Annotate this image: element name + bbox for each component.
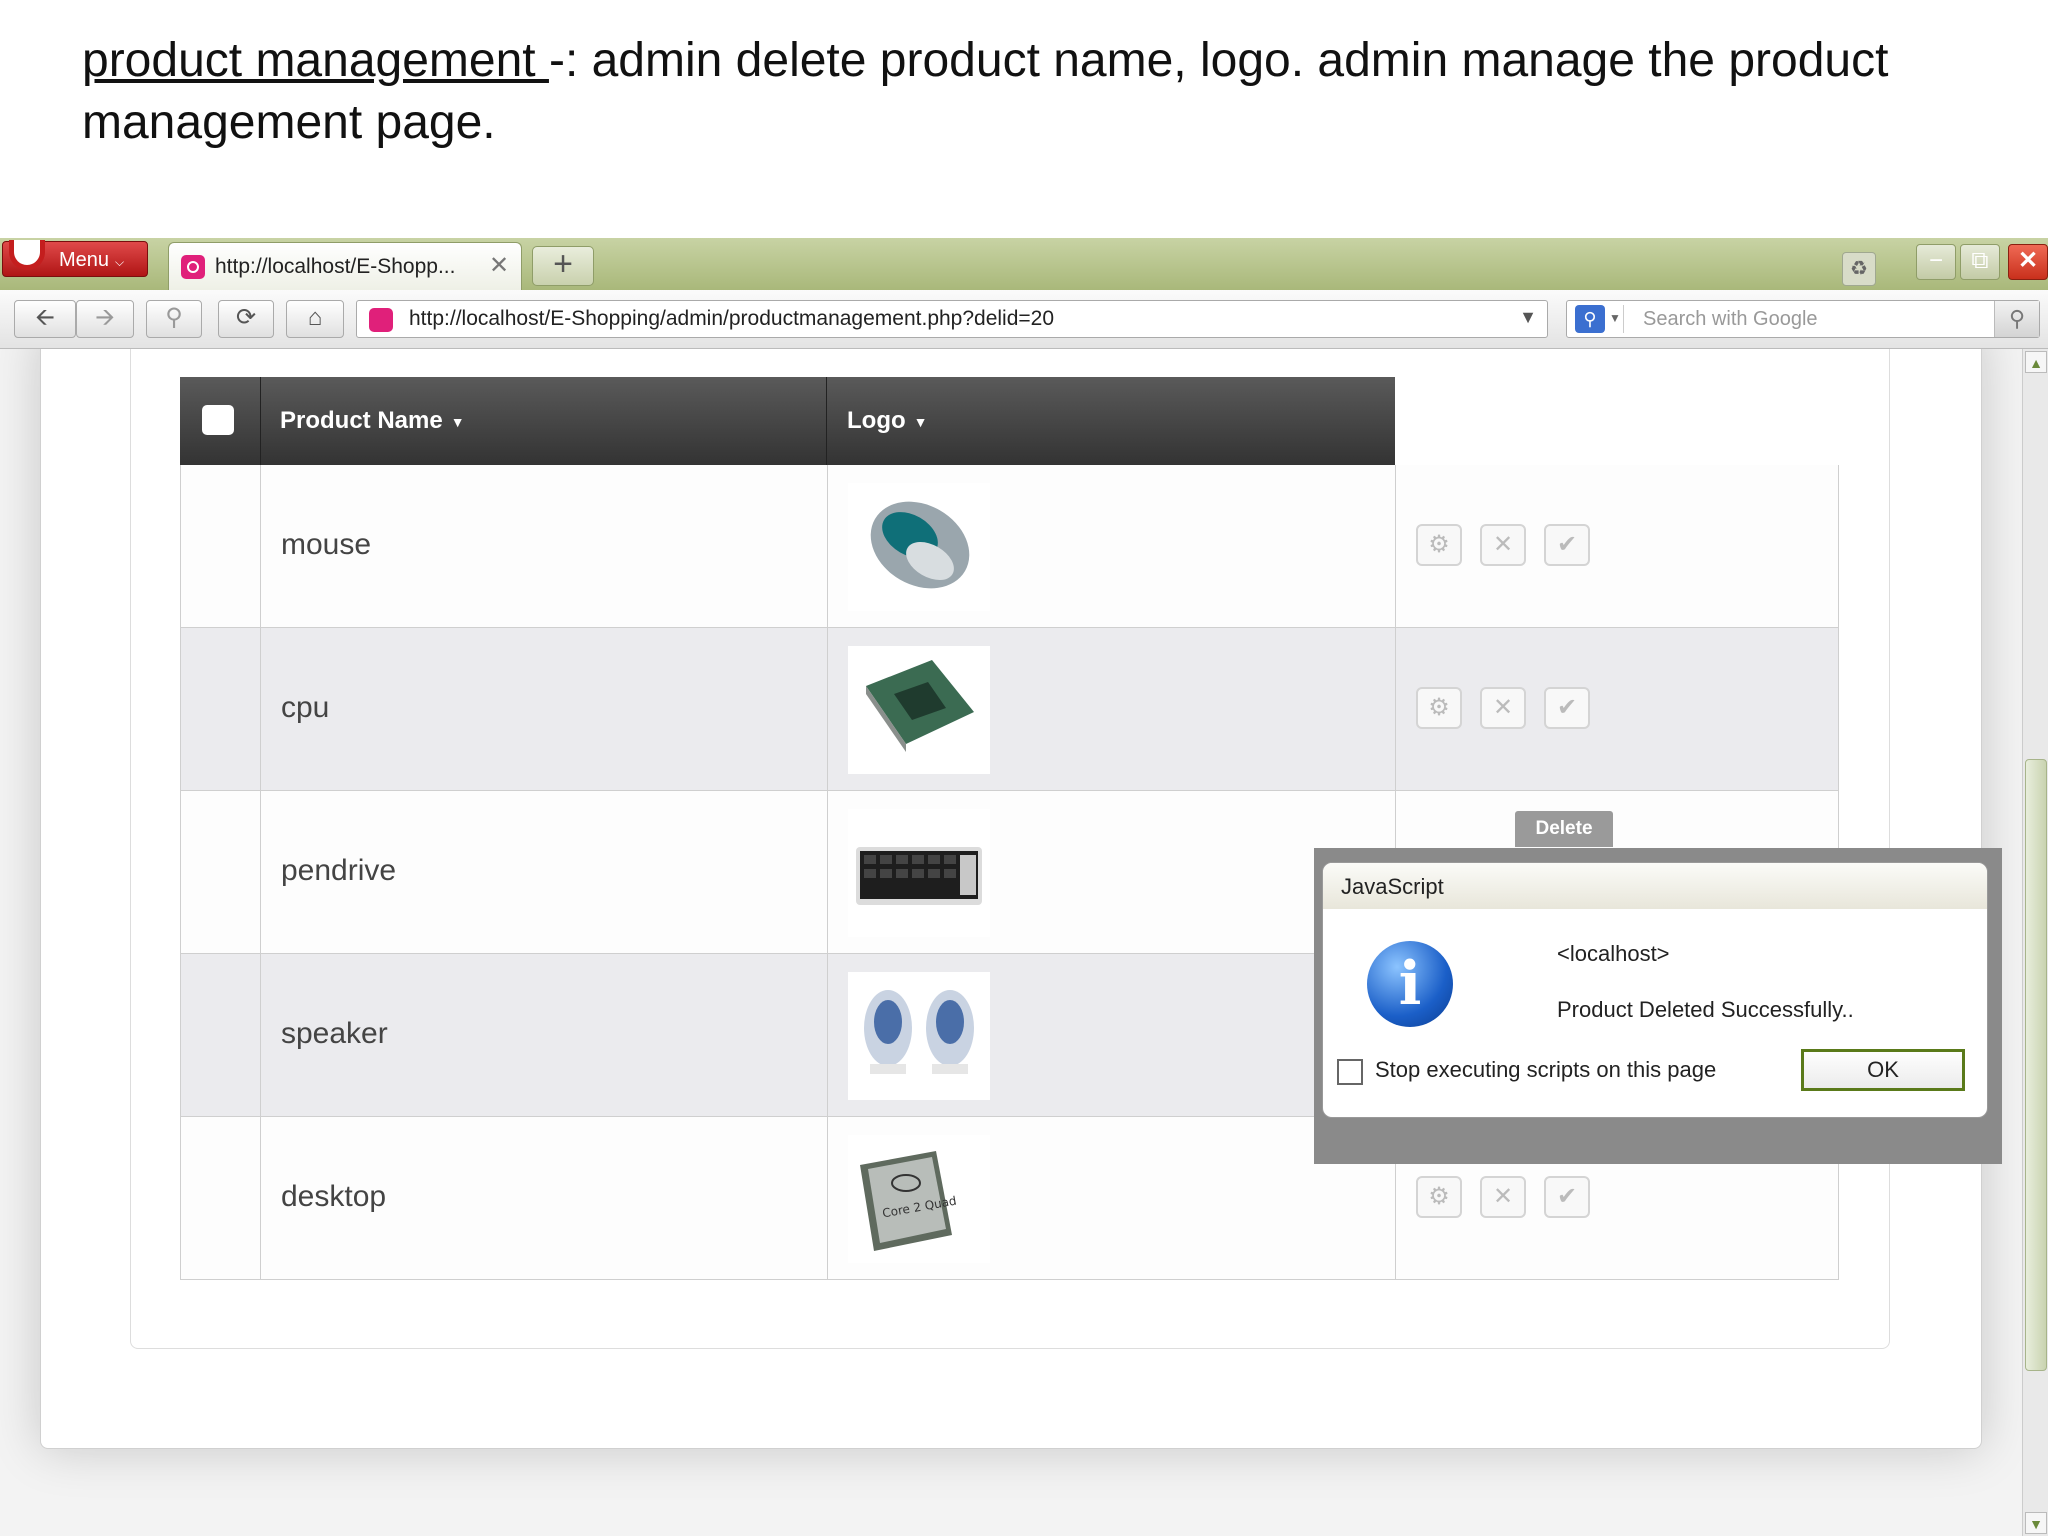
opera-logo-icon bbox=[9, 240, 45, 270]
approve-check-icon[interactable]: ✔ bbox=[1544, 1176, 1590, 1218]
table-row[interactable]: mouse ⚙ ✕ ✔ bbox=[180, 465, 1839, 628]
sort-caret-icon: ▼ bbox=[450, 413, 465, 430]
site-favicon-icon bbox=[369, 308, 393, 332]
delete-x-icon[interactable]: ✕ bbox=[1480, 524, 1526, 566]
reload-button[interactable]: ⟳ bbox=[218, 300, 274, 338]
logo-cell: Core 2 Quad bbox=[828, 1117, 1396, 1279]
column-label: Logo bbox=[847, 407, 906, 434]
search-engine-icon: ⚲ bbox=[1575, 305, 1605, 333]
mouse-image bbox=[848, 483, 990, 611]
opera-menu-button[interactable]: Menu ⌵ bbox=[2, 240, 148, 277]
product-name: mouse bbox=[261, 465, 828, 627]
product-name: cpu bbox=[261, 628, 828, 790]
row-select-cell[interactable] bbox=[181, 465, 261, 627]
address-bar[interactable]: http://localhost/E-Shopping/admin/produc… bbox=[356, 300, 1548, 338]
forward-button[interactable]: 🡪 bbox=[76, 300, 134, 338]
logo-cell bbox=[828, 628, 1396, 790]
delete-x-icon[interactable]: ✕ bbox=[1480, 1176, 1526, 1218]
tab-close-icon[interactable]: ✕ bbox=[489, 251, 509, 280]
info-icon: i bbox=[1367, 941, 1453, 1027]
tab-title: http://localhost/E-Shopp... bbox=[215, 255, 456, 278]
search-placeholder[interactable]: Search with Google bbox=[1643, 308, 1818, 331]
chevron-down-icon: ⌵ bbox=[115, 255, 125, 269]
edit-gear-icon[interactable]: ⚙ bbox=[1416, 524, 1462, 566]
chevron-down-icon: ▼ bbox=[1609, 311, 1621, 325]
logo-cell bbox=[828, 791, 1396, 953]
javascript-alert-dialog: JavaScript i <localhost> Product Deleted… bbox=[1322, 862, 1988, 1118]
minimize-button[interactable]: − bbox=[1916, 244, 1956, 280]
row-select-cell[interactable] bbox=[181, 628, 261, 790]
select-all-cell bbox=[180, 377, 261, 465]
column-header-logo[interactable]: Logo ▼ bbox=[827, 377, 1395, 465]
scroll-down-icon[interactable]: ▼ bbox=[2025, 1512, 2047, 1534]
dialog-overlay: JavaScript i <localhost> Product Deleted… bbox=[1314, 848, 2002, 1164]
address-dropdown-icon[interactable]: ▼ bbox=[1519, 307, 1537, 328]
dialog-message: Product Deleted Successfully.. bbox=[1557, 997, 1854, 1022]
search-field[interactable]: ⚲ ▼ Search with Google ⚲ bbox=[1566, 300, 2040, 338]
tab-active[interactable]: http://localhost/E-Shopp... ✕ bbox=[168, 242, 522, 290]
product-name: speaker bbox=[261, 954, 828, 1116]
window-close-button[interactable]: ✕ bbox=[2008, 244, 2048, 280]
scroll-thumb[interactable] bbox=[2025, 759, 2047, 1371]
approve-check-icon[interactable]: ✔ bbox=[1544, 687, 1590, 729]
edit-gear-icon[interactable]: ⚙ bbox=[1416, 687, 1462, 729]
actions-cell: ⚙ ✕ ✔ bbox=[1396, 465, 1840, 627]
dialog-title: JavaScript bbox=[1323, 863, 1987, 909]
key-icon[interactable]: ⚲ bbox=[146, 300, 202, 338]
product-name: desktop bbox=[261, 1117, 828, 1279]
product-name: pendrive bbox=[261, 791, 828, 953]
select-all-checkbox[interactable] bbox=[202, 405, 234, 435]
edit-gear-icon[interactable]: ⚙ bbox=[1416, 1176, 1462, 1218]
table-header: Product Name ▼ Logo ▼ bbox=[180, 377, 1395, 465]
restore-button[interactable]: ⧉ bbox=[1960, 244, 2000, 280]
column-label: Product Name bbox=[280, 407, 443, 434]
slide-heading: product management -: admin delete produ… bbox=[82, 30, 1962, 154]
back-button[interactable]: 🡨 bbox=[14, 300, 76, 338]
keyboard-image bbox=[848, 809, 990, 937]
stop-scripts-label[interactable]: Stop executing scripts on this page bbox=[1375, 1057, 1716, 1083]
approve-check-icon[interactable]: ✔ bbox=[1544, 524, 1590, 566]
scroll-up-icon[interactable]: ▲ bbox=[2025, 351, 2047, 373]
new-tab-button[interactable]: + bbox=[532, 246, 594, 286]
logo-cell bbox=[828, 465, 1396, 627]
search-engine-selector[interactable]: ⚲ ▼ bbox=[1571, 305, 1624, 333]
delete-x-icon[interactable]: ✕ bbox=[1480, 687, 1526, 729]
sort-caret-icon: ▼ bbox=[913, 413, 928, 430]
site-favicon-icon bbox=[181, 255, 205, 279]
stop-scripts-checkbox[interactable] bbox=[1337, 1059, 1363, 1085]
table-row[interactable]: cpu ⚙ ✕ ✔ bbox=[180, 628, 1839, 791]
row-select-cell[interactable] bbox=[181, 954, 261, 1116]
search-icon[interactable]: ⚲ bbox=[1994, 301, 2039, 337]
row-select-cell[interactable] bbox=[181, 1117, 261, 1279]
slide-heading-underlined: product management bbox=[82, 34, 549, 87]
ok-button[interactable]: OK bbox=[1801, 1049, 1965, 1091]
column-header-product-name[interactable]: Product Name ▼ bbox=[260, 377, 827, 465]
dialog-host: <localhost> bbox=[1557, 941, 1670, 966]
cpu-chip-image bbox=[848, 646, 990, 774]
actions-cell: ⚙ ✕ ✔ bbox=[1396, 628, 1840, 790]
vertical-scrollbar[interactable]: ▲ ▼ bbox=[2022, 349, 2048, 1536]
speakers-image bbox=[848, 972, 990, 1100]
tab-bar: Menu ⌵ http://localhost/E-Shopp... ✕ + ♻ … bbox=[0, 238, 2048, 291]
row-select-cell[interactable] bbox=[181, 791, 261, 953]
logo-cell bbox=[828, 954, 1396, 1116]
address-url[interactable]: http://localhost/E-Shopping/admin/produc… bbox=[409, 307, 1054, 331]
home-button[interactable]: ⌂ bbox=[286, 300, 344, 338]
delete-tooltip: Delete bbox=[1515, 811, 1613, 847]
trash-icon[interactable]: ♻ bbox=[1842, 252, 1876, 286]
menu-label: Menu bbox=[59, 249, 110, 271]
navigation-bar: 🡨 🡪 ⚲ ⟳ ⌂ http://localhost/E-Shopping/ad… bbox=[0, 290, 2048, 349]
intel-core2quad-image: Core 2 Quad bbox=[848, 1135, 990, 1263]
